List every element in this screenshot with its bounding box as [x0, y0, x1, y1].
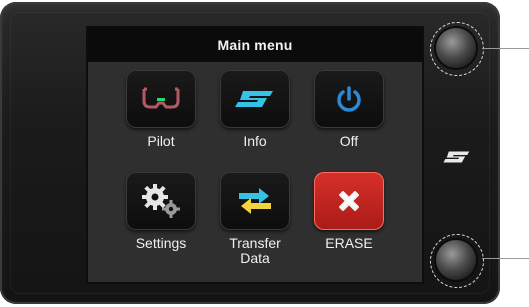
page-title: Main menu [217, 37, 293, 53]
menu-item-settings[interactable]: Settings [115, 172, 207, 272]
transfer-arrows-icon [239, 188, 271, 214]
display-screen: Main menu Pilot Info Off Settings Transf… [88, 28, 422, 282]
bottom-knob-callout-line [482, 258, 529, 259]
transfer-label-line1: Transfer [229, 235, 281, 251]
top-knob-callout-line [482, 48, 529, 49]
menu-item-erase[interactable]: ERASE [303, 172, 395, 272]
info-tile-button[interactable] [220, 70, 290, 128]
device-brand-s-icon [443, 151, 470, 163]
steering-wheel-icon [142, 87, 180, 109]
menu-item-pilot[interactable]: Pilot [115, 70, 207, 170]
menu-label-info: Info [243, 133, 267, 149]
bottom-knob-button[interactable] [436, 240, 476, 280]
menu-label-off: Off [339, 133, 359, 149]
power-icon [337, 86, 361, 112]
menu-label-pilot: Pilot [147, 133, 175, 149]
red-x-icon [339, 191, 359, 211]
menu-label-transfer-data: Transfer Data [229, 236, 281, 266]
menu-label-erase: ERASE [325, 235, 373, 251]
menu-item-transfer-data[interactable]: Transfer Data [209, 172, 301, 272]
brand-s-icon [235, 91, 273, 107]
menu-item-info[interactable]: Info [209, 70, 301, 170]
screen-header: Main menu [88, 28, 422, 62]
settings-tile-button[interactable] [126, 172, 196, 230]
menu-item-off[interactable]: Off [303, 70, 395, 170]
top-knob-button[interactable] [436, 28, 476, 68]
off-tile-button[interactable] [314, 70, 384, 128]
pilot-tile-button[interactable] [126, 70, 196, 128]
erase-tile-button[interactable] [314, 172, 384, 230]
menu-label-settings: Settings [135, 235, 187, 251]
transfer-data-tile-button[interactable] [220, 172, 290, 230]
main-menu-grid: Pilot Info Off Settings Transfer Data ER… [88, 62, 422, 282]
transfer-label-line2: Data [240, 250, 270, 266]
gears-icon [142, 184, 180, 218]
